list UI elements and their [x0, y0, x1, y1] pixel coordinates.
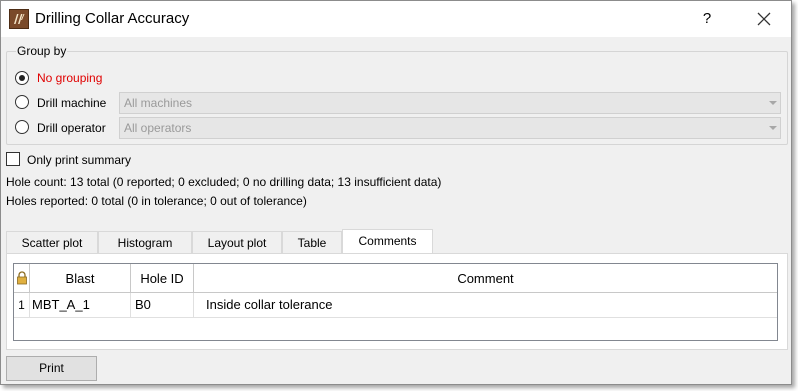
drill-operator-select-value: All operators: [124, 121, 192, 135]
print-button[interactable]: Print: [6, 356, 97, 381]
column-header-blast[interactable]: Blast: [30, 264, 131, 293]
close-icon: [757, 12, 771, 26]
row-number: 1: [14, 293, 30, 318]
chevron-down-icon: [769, 126, 777, 130]
radio-no-grouping[interactable]: [15, 71, 29, 85]
tab-comments[interactable]: Comments: [342, 229, 433, 254]
tab-scatter-plot[interactable]: Scatter plot: [6, 231, 98, 254]
tab-table[interactable]: Table: [282, 231, 342, 254]
dialog-window: Drilling Collar Accuracy ? Group by No g…: [0, 0, 792, 385]
chevron-down-icon: [769, 101, 777, 105]
title-bar[interactable]: Drilling Collar Accuracy ?: [1, 1, 791, 37]
table-cell-blast[interactable]: MBT_A_1: [30, 293, 131, 318]
radio-drill-operator[interactable]: [15, 120, 29, 134]
group-by-title: Group by: [16, 44, 68, 58]
only-print-summary-label[interactable]: Only print summary: [27, 153, 131, 167]
tab-layout-plot[interactable]: Layout plot: [192, 231, 282, 254]
radio-drill-machine[interactable]: [15, 95, 29, 109]
comments-table[interactable]: Blast Hole ID Comment 1 MBT_A_1 B0 Insid…: [13, 263, 778, 341]
drill-machine-select-value: All machines: [124, 96, 193, 110]
lock-icon: [16, 271, 27, 285]
radio-label-drill-machine[interactable]: Drill machine: [37, 96, 106, 110]
holes-reported-text: Holes reported: 0 total (0 in tolerance;…: [6, 194, 307, 208]
app-logo-icon: [9, 9, 29, 29]
drill-operator-select[interactable]: All operators: [119, 117, 781, 139]
column-header-comment[interactable]: Comment: [194, 264, 777, 293]
tab-histogram[interactable]: Histogram: [98, 231, 192, 254]
help-button[interactable]: ?: [698, 9, 716, 29]
radio-label-no-grouping[interactable]: No grouping: [37, 71, 102, 85]
lock-column-header[interactable]: [14, 264, 30, 293]
drill-machine-select[interactable]: All machines: [119, 92, 781, 114]
window-title: Drilling Collar Accuracy: [35, 10, 190, 27]
close-button[interactable]: [752, 9, 776, 29]
only-print-summary-checkbox[interactable]: [6, 152, 20, 166]
table-cell-comment[interactable]: Inside collar tolerance: [194, 293, 777, 318]
hole-count-text: Hole count: 13 total (0 reported; 0 excl…: [6, 175, 442, 189]
radio-label-drill-operator[interactable]: Drill operator: [37, 121, 106, 135]
table-cell-hole-id[interactable]: B0: [131, 293, 194, 318]
column-header-hole-id[interactable]: Hole ID: [131, 264, 194, 293]
